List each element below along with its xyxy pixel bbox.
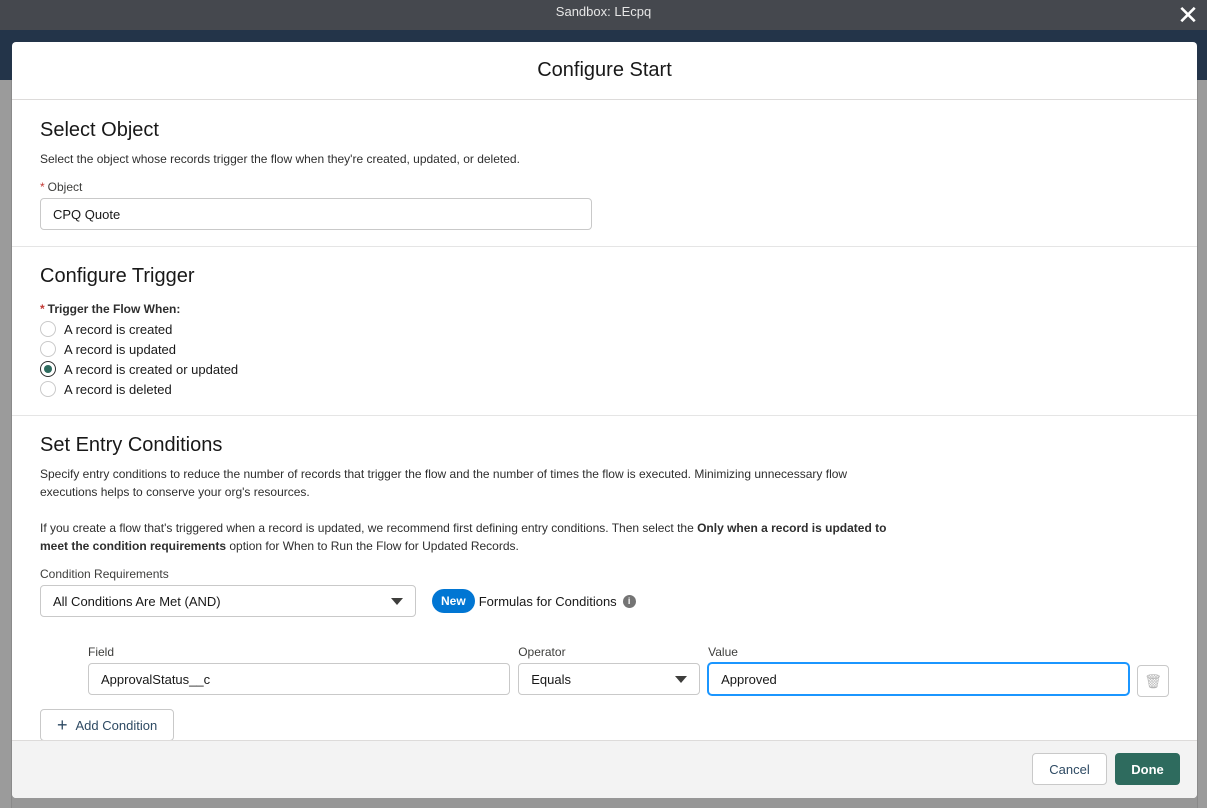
value-input[interactable]: Approved: [708, 663, 1130, 695]
configure-trigger-heading: Configure Trigger: [40, 265, 195, 287]
radio-button[interactable]: [40, 381, 56, 397]
radio-label: A record is updated: [64, 341, 177, 357]
configure-start-modal: Configure Start Select Object Select the…: [12, 42, 1197, 798]
operator-column-label: Operator: [518, 645, 566, 659]
condition-row: Field ApprovalStatus__c Operator Equals …: [88, 645, 1169, 697]
modal-header: Configure Start: [12, 42, 1197, 100]
operator-select[interactable]: Equals: [518, 663, 701, 695]
chevron-down-icon: [391, 597, 403, 605]
cancel-button[interactable]: Cancel: [1032, 753, 1107, 785]
configure-trigger-section: Configure Trigger * Trigger the Flow When…: [12, 247, 1197, 416]
object-input[interactable]: CPQ Quote: [40, 198, 592, 230]
entry-conditions-note: If you create a flow that's triggered wh…: [40, 521, 887, 553]
field-input[interactable]: ApprovalStatus__c: [88, 663, 511, 695]
value-column-label: Value: [708, 645, 738, 659]
formulas-label: Formulas for Conditions: [478, 593, 617, 609]
window-title: Sandbox: LEcpq: [555, 4, 652, 19]
trash-icon: 🗑: [1144, 672, 1163, 689]
trigger-label: * Trigger the Flow When:: [40, 302, 181, 316]
done-button[interactable]: Done: [1115, 753, 1180, 785]
chevron-down-icon: [675, 675, 688, 683]
radio-button[interactable]: [40, 321, 56, 337]
condition-requirements-row: All Conditions Are Met (AND) New Formula…: [40, 585, 1169, 617]
radio-label: A record is deleted: [64, 381, 172, 397]
info-icon[interactable]: i: [622, 594, 636, 608]
add-condition-button[interactable]: + Add Condition: [40, 709, 175, 740]
entry-conditions-section: Set Entry Conditions Specify entry condi…: [12, 416, 1197, 740]
modal-footer: Cancel Done: [12, 740, 1197, 798]
radio-button[interactable]: [40, 341, 56, 357]
entry-conditions-heading: Set Entry Conditions: [40, 434, 223, 456]
new-badge: New: [432, 589, 475, 613]
entry-conditions-description: Specify entry conditions to reduce the n…: [40, 467, 848, 499]
object-label: * Object: [40, 180, 83, 194]
select-object-description: Select the object whose records trigger …: [40, 152, 520, 166]
select-object-section: Select Object Select the object whose re…: [12, 100, 1197, 247]
radio-option-created[interactable]: A record is created: [40, 319, 1169, 339]
radio-label: A record is created: [64, 321, 173, 337]
modal-title: Configure Start: [537, 59, 672, 81]
radio-label: A record is created or updated: [64, 361, 239, 377]
condition-requirements-label: Condition Requirements: [40, 567, 169, 581]
radio-button-selected[interactable]: [40, 361, 56, 377]
radio-option-updated[interactable]: A record is updated: [40, 339, 1169, 359]
field-column-label: Field: [88, 645, 115, 659]
condition-requirements-select[interactable]: All Conditions Are Met (AND): [40, 585, 416, 617]
modal-body: Select Object Select the object whose re…: [12, 100, 1197, 740]
delete-condition-button[interactable]: 🗑: [1137, 665, 1169, 697]
radio-option-created-or-updated[interactable]: A record is created or updated: [40, 359, 1169, 379]
close-icon[interactable]: ✕: [1177, 2, 1199, 28]
select-object-heading: Select Object: [40, 119, 159, 141]
plus-icon: +: [57, 714, 68, 735]
radio-option-deleted[interactable]: A record is deleted: [40, 379, 1169, 399]
